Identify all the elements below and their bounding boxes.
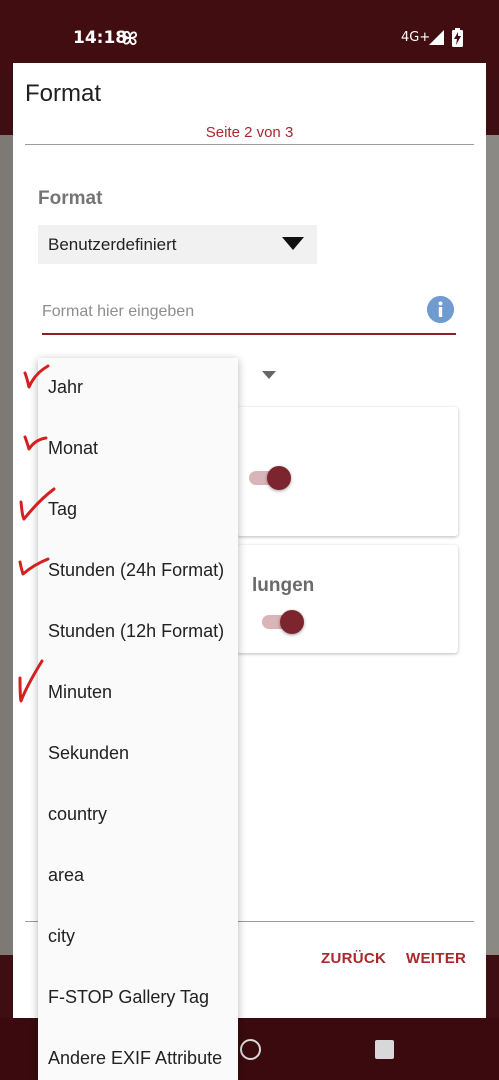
menu-item-minuten[interactable]: Minuten	[38, 663, 238, 724]
toggle-switch[interactable]	[249, 466, 294, 490]
format-input-field	[42, 295, 456, 335]
card-label: lungen	[252, 575, 315, 596]
menu-item-sekunden[interactable]: Sekunden	[38, 724, 238, 785]
menu-item-label: Minuten	[48, 682, 113, 702]
handwritten-check-icon	[19, 487, 56, 521]
recents-button[interactable]	[375, 1040, 394, 1059]
handwritten-check-icon	[18, 659, 44, 703]
menu-item-label: country	[48, 804, 108, 824]
option-card	[237, 407, 458, 536]
back-button[interactable]: ZURÜCK	[321, 950, 386, 967]
background-content-left	[0, 135, 13, 955]
format-input[interactable]	[42, 299, 422, 325]
menu-item-city[interactable]: city	[38, 907, 238, 968]
menu-item-country[interactable]: country	[38, 785, 238, 846]
battery-charging-icon	[452, 28, 463, 47]
handwritten-check-icon	[23, 435, 48, 451]
handwritten-check-icon	[18, 557, 50, 576]
format-select[interactable]: Benutzerdefiniert	[38, 225, 317, 264]
dropdown-arrow-icon	[282, 237, 304, 250]
status-bar: 14:18 4G+	[0, 0, 499, 70]
pinwheel-icon	[122, 30, 138, 46]
signal-icon	[429, 30, 444, 45]
attribute-dropdown-menu: Jahr Monat Tag Stunden (24h Format) Stun…	[38, 358, 238, 1080]
dropdown-arrow-icon[interactable]	[262, 371, 276, 379]
menu-item-label: F-STOP Gallery Tag	[48, 987, 210, 1007]
menu-item-label: Jahr	[48, 377, 84, 397]
next-button[interactable]: WEITER	[406, 950, 466, 967]
menu-item-area[interactable]: area	[38, 846, 238, 907]
menu-item-label: city	[48, 926, 75, 946]
menu-item-stunden-24h[interactable]: Stunden (24h Format)	[38, 541, 238, 602]
menu-item-tag[interactable]: Tag	[38, 480, 238, 541]
option-card: lungen	[237, 545, 458, 653]
divider	[25, 144, 474, 145]
menu-item-label: Stunden (24h Format)	[48, 560, 225, 580]
network-type: 4G+	[401, 30, 431, 45]
menu-item-label: area	[48, 865, 85, 885]
format-select-value: Benutzerdefiniert	[48, 235, 177, 254]
menu-item-monat[interactable]: Monat	[38, 419, 238, 480]
menu-item-label: Monat	[48, 438, 99, 458]
info-icon[interactable]	[427, 296, 454, 323]
menu-item-andere-exif[interactable]: Andere EXIF Attribute	[38, 1029, 238, 1080]
section-title: Format	[38, 188, 103, 209]
toggle-switch[interactable]	[262, 610, 307, 634]
menu-item-label: Sekunden	[48, 743, 130, 763]
status-time: 14:18	[73, 28, 128, 48]
handwritten-check-icon	[23, 364, 50, 389]
menu-item-stunden-12h[interactable]: Stunden (12h Format)	[38, 602, 238, 663]
menu-item-f-stop-gallery-tag[interactable]: F-STOP Gallery Tag	[38, 968, 238, 1029]
menu-item-label: Andere EXIF Attribute	[48, 1048, 223, 1068]
home-button[interactable]	[240, 1039, 261, 1060]
menu-item-label: Stunden (12h Format)	[48, 621, 225, 641]
page-indicator: Seite 2 von 3	[205, 124, 294, 141]
background-content-right	[486, 135, 499, 955]
menu-item-jahr[interactable]: Jahr	[38, 358, 238, 419]
dialog-title: Format	[25, 80, 102, 107]
